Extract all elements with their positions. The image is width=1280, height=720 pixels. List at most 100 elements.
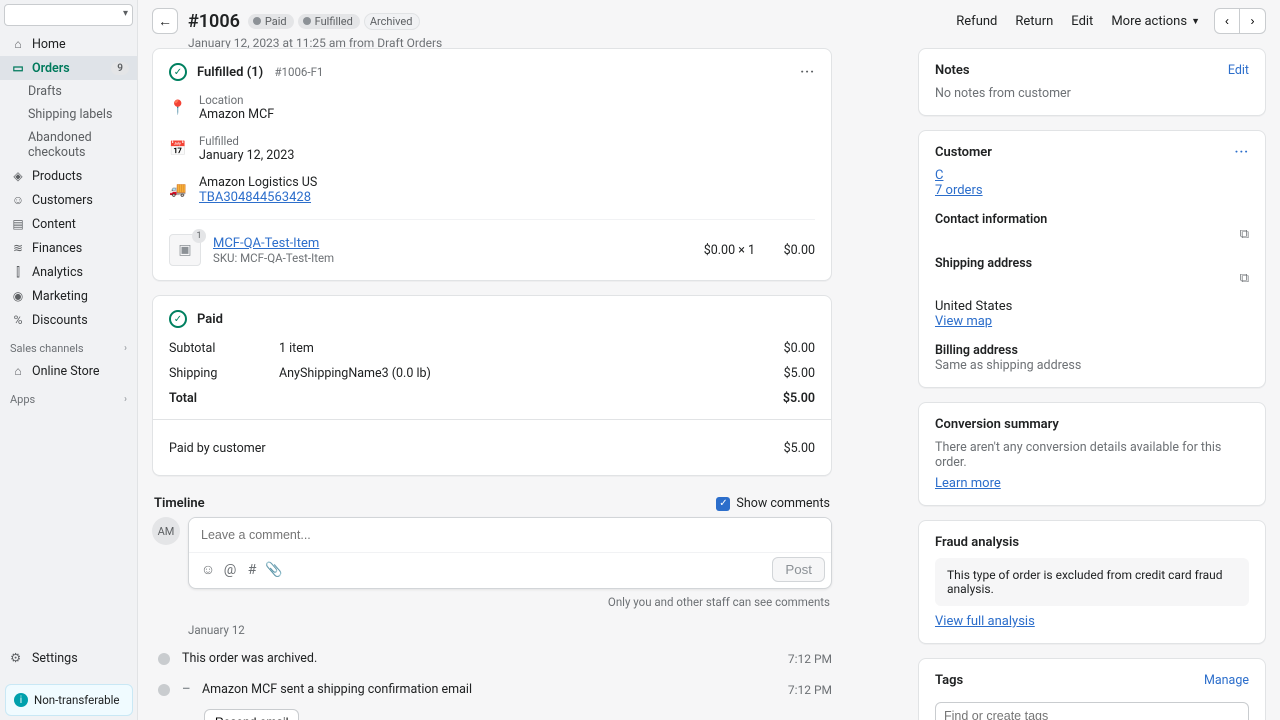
- amount: $0.00: [735, 341, 815, 356]
- location-icon: 📍: [169, 93, 187, 122]
- event-time: 7:12 PM: [788, 652, 832, 666]
- chevron-right-icon: ›: [124, 343, 127, 354]
- nav-label: Online Store: [32, 364, 99, 379]
- home-icon: ⌂: [10, 37, 26, 51]
- event-text: This order was archived.: [182, 651, 317, 666]
- fulfilled-date: January 12, 2023: [199, 148, 294, 163]
- chevron-right-icon: ›: [124, 394, 127, 405]
- tags-input[interactable]: [935, 702, 1249, 720]
- customer-link[interactable]: C: [935, 168, 943, 183]
- comment-visibility-note: Only you and other staff can see comment…: [152, 589, 832, 611]
- finances-icon: ≋: [10, 241, 26, 255]
- refund-button[interactable]: Refund: [956, 14, 997, 29]
- shipping-country: United States: [935, 299, 1249, 314]
- nav-abandoned[interactable]: Abandoned checkouts: [0, 126, 137, 164]
- next-order-button[interactable]: ›: [1240, 8, 1266, 34]
- label: Paid by customer: [169, 441, 266, 456]
- detail: AnyShippingName3 (0.0 lb): [279, 366, 735, 381]
- sales-channels-header[interactable]: Sales channels ›: [0, 336, 137, 359]
- fulfilled-text: Fulfilled (1): [197, 65, 263, 80]
- nav-content[interactable]: ▤ Content: [0, 212, 137, 236]
- prev-order-button[interactable]: ‹: [1214, 8, 1240, 34]
- timeline-section: Timeline ✓ Show comments AM ☺ @ #: [152, 490, 832, 720]
- staff-avatar: AM: [152, 517, 180, 545]
- back-button[interactable]: ←: [152, 8, 178, 34]
- nav-online-store[interactable]: ⌂ Online Store: [0, 359, 137, 383]
- check-circle-icon: ✓: [169, 310, 187, 328]
- copy-icon[interactable]: ⧉: [1240, 271, 1249, 286]
- nav-label: Customers: [32, 193, 93, 208]
- unit-price: $0.00 × 1: [704, 243, 755, 258]
- view-map-link[interactable]: View map: [935, 314, 992, 329]
- tracking-link[interactable]: TBA304844563428: [199, 190, 311, 205]
- manage-tags-button[interactable]: Manage: [1204, 673, 1249, 688]
- nav-label: Analytics: [32, 265, 83, 280]
- nav-shipping-labels[interactable]: Shipping labels: [0, 103, 137, 126]
- nav-drafts[interactable]: Drafts: [0, 80, 137, 103]
- info-icon: i: [14, 693, 28, 707]
- label: Subtotal: [169, 341, 279, 356]
- view-analysis-link[interactable]: View full analysis: [935, 614, 1035, 629]
- fulfilled-heading: Fulfilled (1) #1006-F1: [197, 65, 323, 80]
- nav-products[interactable]: ◈ Products: [0, 164, 137, 188]
- learn-more-link[interactable]: Learn more: [935, 476, 1001, 491]
- edit-button[interactable]: Edit: [1071, 14, 1093, 29]
- store-selector[interactable]: ▾: [4, 4, 133, 26]
- nav-label: Discounts: [32, 313, 88, 328]
- emoji-icon[interactable]: ☺: [197, 559, 219, 581]
- nav-label: Finances: [32, 241, 82, 256]
- fulfillment-menu-button[interactable]: ···: [800, 65, 815, 80]
- line-item: ▣ 1 MCF-QA-Test-Item SKU: MCF-QA-Test-It…: [169, 219, 815, 266]
- analytics-icon: ⫿: [10, 265, 26, 280]
- tags-card: Tags Manage: [918, 658, 1266, 720]
- resend-row: Resend email: [204, 709, 832, 720]
- return-button[interactable]: Return: [1015, 14, 1053, 29]
- billing-address-label: Billing address: [935, 343, 1249, 358]
- comment-input[interactable]: [189, 518, 831, 552]
- product-link[interactable]: MCF-QA-Test-Item: [213, 236, 319, 251]
- attachment-icon[interactable]: 📎: [263, 559, 285, 581]
- customer-menu-button[interactable]: ···: [1235, 145, 1249, 160]
- shipping-address-label: Shipping address: [935, 256, 1249, 271]
- fraud-body: This type of order is excluded from cred…: [935, 558, 1249, 606]
- line-total: $0.00: [755, 243, 815, 258]
- nav-settings[interactable]: ⚙ Settings: [0, 644, 138, 672]
- apps-header[interactable]: Apps ›: [0, 387, 137, 410]
- post-button[interactable]: Post: [772, 557, 825, 582]
- nav-analytics[interactable]: ⫿ Analytics: [0, 260, 137, 284]
- order-title: #1006: [188, 11, 240, 32]
- nav-customers[interactable]: ☺ Customers: [0, 188, 137, 212]
- paid-heading: Paid: [197, 312, 223, 327]
- comment-box: ☺ @ # 📎 Post: [188, 517, 832, 589]
- resend-email-button[interactable]: Resend email: [204, 709, 299, 720]
- carrier-name: Amazon Logistics US: [199, 175, 317, 190]
- trial-label: Non-transferable: [34, 693, 120, 707]
- fulfilled-pill: Fulfilled: [298, 14, 360, 29]
- collapse-icon[interactable]: –: [182, 682, 196, 697]
- nav-home[interactable]: ⌂ Home: [0, 32, 137, 56]
- trial-banner[interactable]: i Non-transferable: [5, 684, 133, 716]
- product-sku: SKU: MCF-QA-Test-Item: [213, 251, 334, 265]
- hashtag-icon[interactable]: #: [241, 559, 263, 581]
- fulfillment-card: ✓ Fulfilled (1) #1006-F1 ··· 📍 Location …: [152, 48, 832, 281]
- main: ← #1006 Paid Fulfilled Archived Refund R…: [138, 0, 1280, 720]
- nav-marketing[interactable]: ◉ Marketing: [0, 284, 137, 308]
- customer-orders-link[interactable]: 7 orders: [935, 183, 983, 198]
- copy-icon[interactable]: ⧉: [1240, 227, 1249, 242]
- timeline-event: – Amazon MCF sent a shipping confirmatio…: [152, 674, 832, 705]
- detail: 1 item: [279, 341, 735, 356]
- location-value: Amazon MCF: [199, 107, 274, 122]
- mention-icon[interactable]: @: [219, 559, 241, 581]
- nav-label: Marketing: [32, 289, 88, 304]
- nav-discounts[interactable]: % Discounts: [0, 308, 137, 332]
- more-actions-button[interactable]: More actions ▼: [1111, 14, 1200, 29]
- timeline-dot-icon: [158, 684, 170, 696]
- nav-orders[interactable]: ▭ Orders 9: [0, 56, 137, 80]
- notes-edit-button[interactable]: Edit: [1228, 63, 1249, 78]
- orders-badge: 9: [111, 62, 129, 75]
- content-icon: ▤: [10, 217, 26, 231]
- show-comments-toggle[interactable]: ✓ Show comments: [716, 496, 830, 511]
- nav-finances[interactable]: ≋ Finances: [0, 236, 137, 260]
- product-thumbnail[interactable]: ▣ 1: [169, 234, 201, 266]
- fraud-card: Fraud analysis This type of order is exc…: [918, 520, 1266, 644]
